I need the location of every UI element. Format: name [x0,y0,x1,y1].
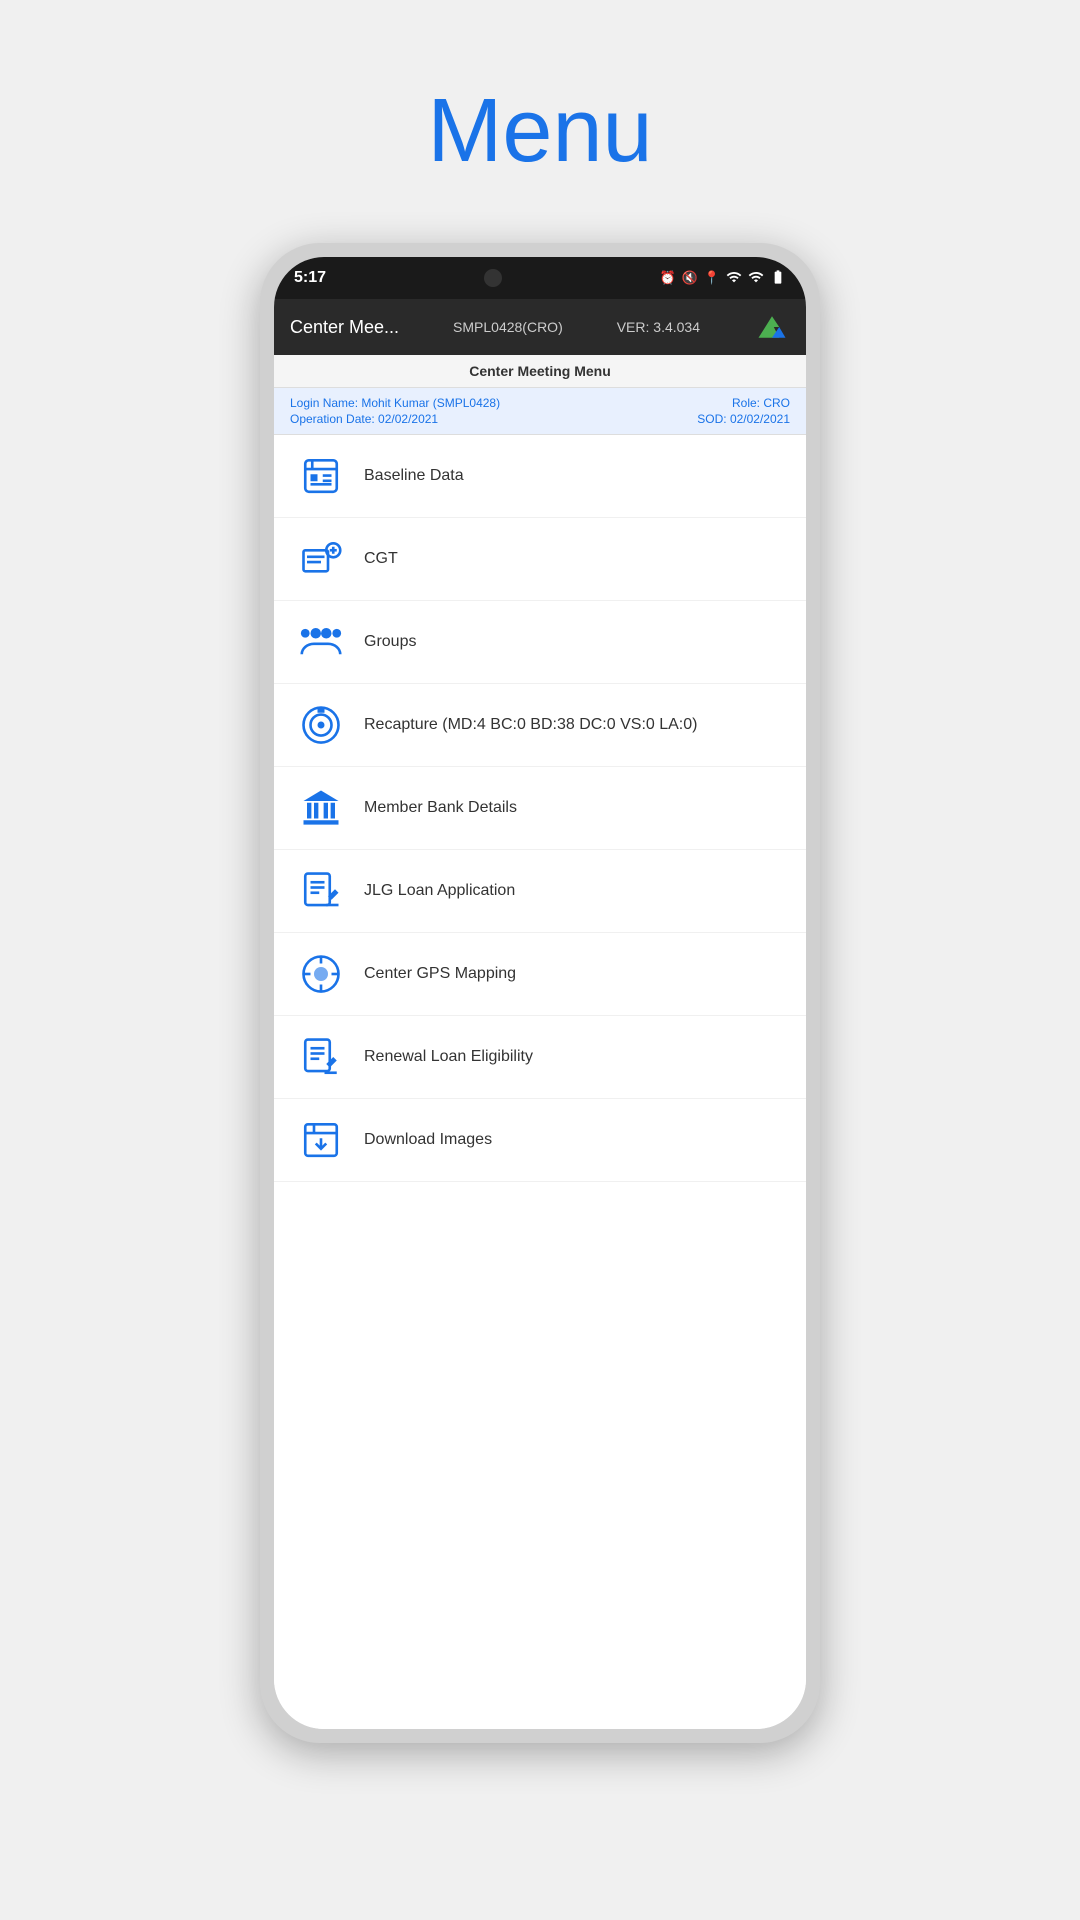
header-user: SMPL0428(CRO) [453,319,563,335]
menu-item-recapture[interactable]: Recapture (MD:4 BC:0 BD:38 DC:0 VS:0 LA:… [274,684,806,767]
menu-label-download-images: Download Images [364,1131,492,1149]
menu-label-cgt: CGT [364,550,398,568]
role: Role: CRO [732,396,790,410]
camera-notch [484,269,502,287]
battery-icon [770,269,786,288]
sub-header: Center Meeting Menu [274,355,806,388]
menu-item-renewal-loan-eligibility[interactable]: Renewal Loan Eligibility [274,1016,806,1099]
operation-date: Operation Date: 02/02/2021 [290,412,500,426]
menu-item-groups[interactable]: Groups [274,601,806,684]
groups-icon [298,619,344,665]
menu-item-jlg-loan-application[interactable]: JLG Loan Application [274,850,806,933]
menu-label-recapture: Recapture (MD:4 BC:0 BD:38 DC:0 VS:0 LA:… [364,716,697,734]
status-bar: 5:17 ⏰ 🔇 📍 [274,257,806,299]
menu-label-member-bank-details: Member Bank Details [364,799,517,817]
app-logo [754,309,790,345]
loan-app-icon [298,868,344,914]
recapture-icon [298,702,344,748]
status-icons: ⏰ 🔇 📍 [659,269,786,288]
login-name: Login Name: Mohit Kumar (SMPL0428) [290,396,500,410]
phone-inner: 5:17 ⏰ 🔇 📍 Center Mee... SMPL0428(CRO) [274,257,806,1729]
mute-icon: 🔇 [682,270,698,286]
wifi-icon [726,269,742,288]
status-time: 5:17 [294,269,326,287]
baseline-icon [298,453,344,499]
menu-label-center-gps-mapping: Center GPS Mapping [364,965,516,983]
menu-label-baseline-data: Baseline Data [364,467,464,485]
menu-item-center-gps-mapping[interactable]: Center GPS Mapping [274,933,806,1016]
header-title: Center Mee... [290,317,399,338]
location-icon: 📍 [704,270,720,286]
menu-list: Baseline Data CGT Groups Recapture (MD:4 BC… [274,435,806,1729]
menu-item-download-images[interactable]: Download Images [274,1099,806,1182]
header-version: VER: 3.4.034 [617,319,700,335]
user-info-right: Role: CRO SOD: 02/02/2021 [697,396,790,426]
renewal-icon [298,1034,344,1080]
menu-item-member-bank-details[interactable]: Member Bank Details [274,767,806,850]
user-info-bar: Login Name: Mohit Kumar (SMPL0428) Opera… [274,388,806,435]
gps-icon [298,951,344,997]
user-info-left: Login Name: Mohit Kumar (SMPL0428) Opera… [290,396,500,426]
app-header: Center Mee... SMPL0428(CRO) VER: 3.4.034 [274,299,806,355]
phone-frame: 5:17 ⏰ 🔇 📍 Center Mee... SMPL0428(CRO) [260,243,820,1743]
bank-icon [298,785,344,831]
menu-label-jlg-loan-application: JLG Loan Application [364,882,515,900]
menu-item-baseline-data[interactable]: Baseline Data [274,435,806,518]
signal-icon [748,269,764,288]
menu-label-groups: Groups [364,633,416,651]
menu-item-cgt[interactable]: CGT [274,518,806,601]
alarm-icon: ⏰ [659,270,675,286]
sub-header-label: Center Meeting Menu [469,363,611,379]
cgt-icon [298,536,344,582]
page-title: Menu [427,80,652,183]
sod: SOD: 02/02/2021 [697,412,790,426]
menu-label-renewal-loan-eligibility: Renewal Loan Eligibility [364,1048,533,1066]
download-icon [298,1117,344,1163]
